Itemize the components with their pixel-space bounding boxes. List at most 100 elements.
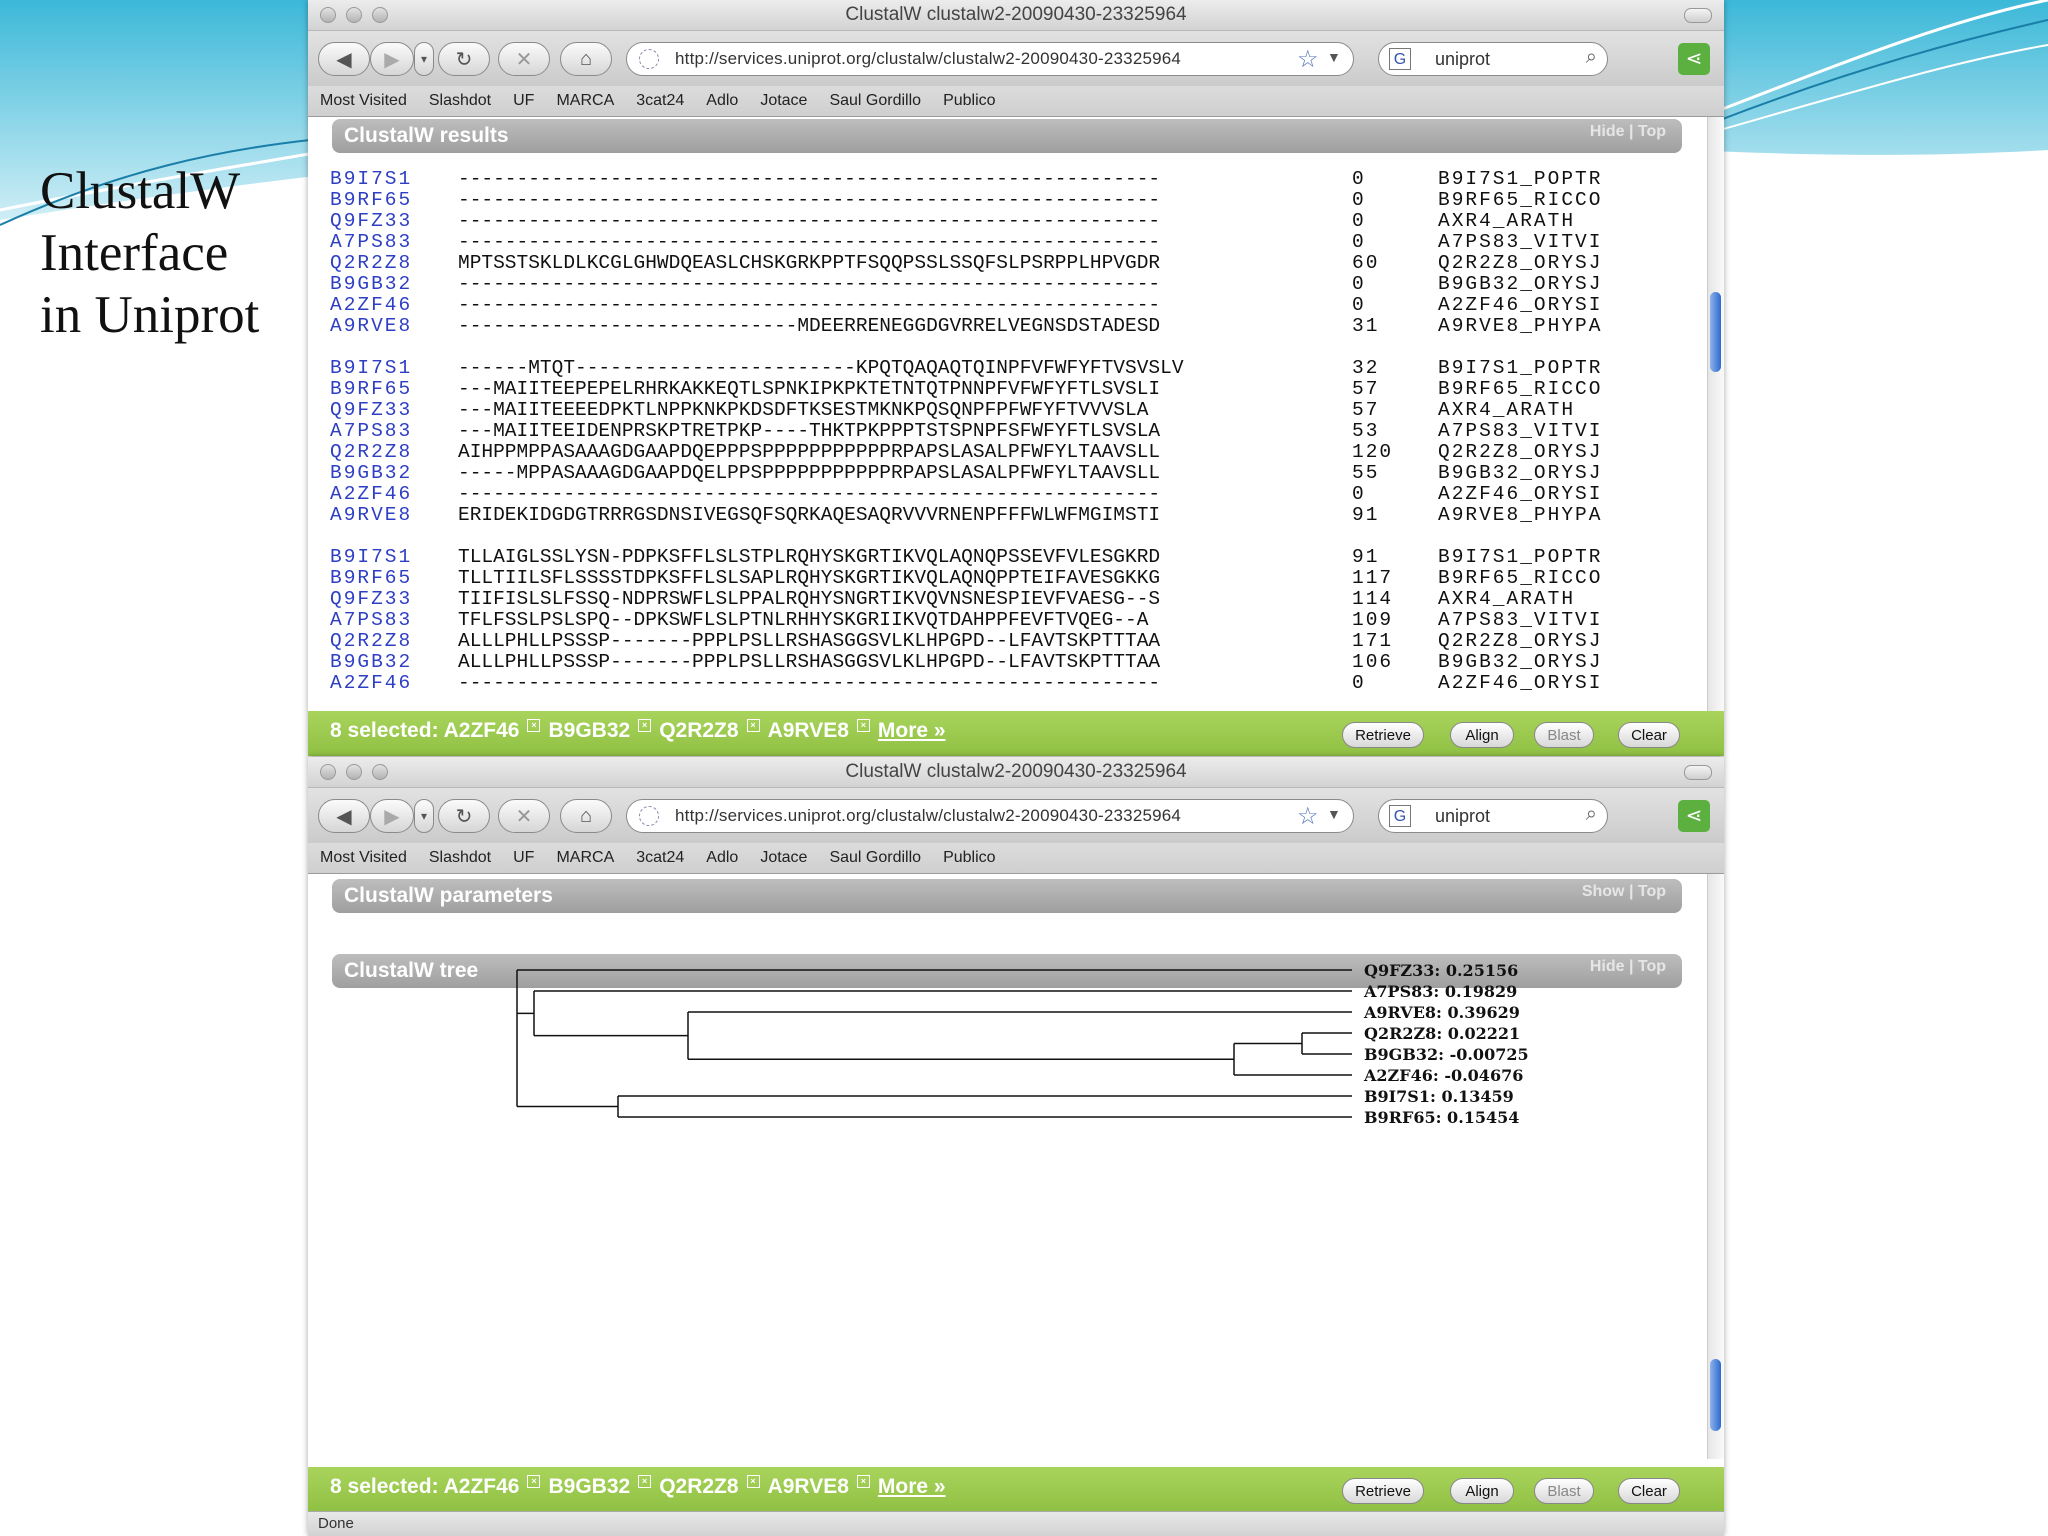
share-button[interactable]: ⋖ bbox=[1678, 800, 1710, 832]
more-selection-link[interactable]: More » bbox=[878, 1475, 946, 1498]
search-icon[interactable]: ⌕ bbox=[1586, 803, 1597, 826]
results-scrollbar[interactable] bbox=[1707, 117, 1724, 711]
sequence-id-link[interactable]: A2ZF46 bbox=[330, 295, 458, 316]
search-icon[interactable]: ⌕ bbox=[1586, 46, 1597, 69]
bookmark-most-visited[interactable]: Most Visited bbox=[320, 92, 407, 110]
sequence-id-link[interactable]: B9I7S1 bbox=[330, 169, 458, 190]
sequence-id-link[interactable]: B9GB32 bbox=[330, 652, 458, 673]
selected-entry[interactable]: Q2R2Z8 bbox=[659, 719, 738, 742]
remove-selection-icon[interactable]: × bbox=[856, 1475, 870, 1488]
search-engine-icon[interactable]: G bbox=[1389, 805, 1411, 827]
sequence-id-link[interactable]: A9RVE8 bbox=[330, 316, 458, 337]
remove-selection-icon[interactable]: × bbox=[746, 719, 760, 732]
blast-button[interactable]: Blast bbox=[1534, 722, 1594, 748]
sequence-id-link[interactable]: Q9FZ33 bbox=[330, 589, 458, 610]
back-button[interactable]: ◀ bbox=[318, 42, 370, 76]
bookmark-slashdot[interactable]: Slashdot bbox=[429, 92, 491, 110]
results-hide-top-links[interactable]: Hide | Top bbox=[1590, 123, 1666, 141]
sequence-id-link[interactable]: A7PS83 bbox=[330, 232, 458, 253]
stop-button[interactable]: ✕ bbox=[498, 42, 550, 76]
sequence-id-link[interactable]: Q9FZ33 bbox=[330, 400, 458, 421]
sequence-id-link[interactable]: B9I7S1 bbox=[330, 358, 458, 379]
bookmark-star-icon[interactable]: ☆ bbox=[1297, 802, 1319, 831]
search-box[interactable]: G uniprot ⌕ bbox=[1378, 42, 1608, 76]
results-scroll-thumb[interactable] bbox=[1710, 292, 1721, 372]
selected-entry[interactable]: A2ZF46 bbox=[444, 719, 520, 742]
url-dropdown-icon[interactable]: ▼ bbox=[1327, 49, 1341, 65]
remove-selection-icon[interactable]: × bbox=[638, 719, 652, 732]
clear-button[interactable]: Clear bbox=[1618, 722, 1680, 748]
search-box[interactable]: G uniprot ⌕ bbox=[1378, 799, 1608, 833]
sequence-id-link[interactable]: B9I7S1 bbox=[330, 547, 458, 568]
sequence-id-link[interactable]: B9RF65 bbox=[330, 379, 458, 400]
tree-scroll-thumb[interactable] bbox=[1710, 1359, 1721, 1431]
sequence-id-link[interactable]: A2ZF46 bbox=[330, 484, 458, 505]
search-input[interactable]: uniprot bbox=[1435, 806, 1490, 827]
bookmark-marca[interactable]: MARCA bbox=[556, 92, 614, 110]
sequence-id-link[interactable]: B9GB32 bbox=[330, 274, 458, 295]
reload-button[interactable]: ↻ bbox=[438, 799, 490, 833]
sequence-id-link[interactable]: Q9FZ33 bbox=[330, 211, 458, 232]
bookmark-jotace[interactable]: Jotace bbox=[760, 849, 807, 867]
bookmark-3cat24[interactable]: 3cat24 bbox=[636, 92, 684, 110]
history-dropdown-button[interactable]: ▾ bbox=[414, 42, 434, 76]
bookmark-most-visited[interactable]: Most Visited bbox=[320, 849, 407, 867]
bookmark-publico[interactable]: Publico bbox=[943, 92, 995, 110]
search-engine-icon[interactable]: G bbox=[1389, 48, 1411, 70]
remove-selection-icon[interactable]: × bbox=[746, 1475, 760, 1488]
address-bar[interactable]: http://services.uniprot.org/clustalw/clu… bbox=[626, 42, 1354, 76]
toolbar-toggle-button[interactable] bbox=[1684, 765, 1712, 780]
selected-entry[interactable]: A9RVE8 bbox=[768, 1475, 849, 1498]
align-button[interactable]: Align bbox=[1450, 1478, 1514, 1504]
remove-selection-icon[interactable]: × bbox=[638, 1475, 652, 1488]
bookmark-3cat24[interactable]: 3cat24 bbox=[636, 849, 684, 867]
sequence-id-link[interactable]: B9RF65 bbox=[330, 190, 458, 211]
toolbar-toggle-button[interactable] bbox=[1684, 8, 1712, 23]
bookmark-slashdot[interactable]: Slashdot bbox=[429, 849, 491, 867]
tree-scrollbar[interactable] bbox=[1707, 874, 1724, 1459]
bookmark-saul-gordillo[interactable]: Saul Gordillo bbox=[829, 849, 921, 867]
clear-button[interactable]: Clear bbox=[1618, 1478, 1680, 1504]
home-button[interactable]: ⌂ bbox=[560, 799, 612, 833]
forward-button[interactable]: ▶ bbox=[370, 799, 414, 833]
home-button[interactable]: ⌂ bbox=[560, 42, 612, 76]
sequence-id-link[interactable]: B9GB32 bbox=[330, 463, 458, 484]
bookmark-adlo[interactable]: Adlo bbox=[706, 92, 738, 110]
selected-entry[interactable]: A9RVE8 bbox=[768, 719, 849, 742]
sequence-id-link[interactable]: A7PS83 bbox=[330, 421, 458, 442]
address-bar[interactable]: http://services.uniprot.org/clustalw/clu… bbox=[626, 799, 1354, 833]
sequence-id-link[interactable]: A7PS83 bbox=[330, 610, 458, 631]
url-dropdown-icon[interactable]: ▼ bbox=[1327, 806, 1341, 822]
history-dropdown-button[interactable]: ▾ bbox=[414, 799, 434, 833]
selected-entry[interactable]: B9GB32 bbox=[548, 1475, 630, 1498]
remove-selection-icon[interactable]: × bbox=[527, 1475, 541, 1488]
retrieve-button[interactable]: Retrieve bbox=[1342, 1478, 1424, 1504]
bookmark-adlo[interactable]: Adlo bbox=[706, 849, 738, 867]
sequence-id-link[interactable]: A9RVE8 bbox=[330, 505, 458, 526]
remove-selection-icon[interactable]: × bbox=[856, 719, 870, 732]
remove-selection-icon[interactable]: × bbox=[527, 719, 541, 732]
bookmark-star-icon[interactable]: ☆ bbox=[1297, 45, 1319, 74]
selected-entry[interactable]: Q2R2Z8 bbox=[659, 1475, 738, 1498]
selected-entry[interactable]: B9GB32 bbox=[548, 719, 630, 742]
stop-button[interactable]: ✕ bbox=[498, 799, 550, 833]
sequence-id-link[interactable]: Q2R2Z8 bbox=[330, 253, 458, 274]
more-selection-link[interactable]: More » bbox=[878, 719, 946, 742]
selected-entry[interactable]: A2ZF46 bbox=[444, 1475, 520, 1498]
forward-button[interactable]: ▶ bbox=[370, 42, 414, 76]
share-button[interactable]: ⋖ bbox=[1678, 43, 1710, 75]
back-button[interactable]: ◀ bbox=[318, 799, 370, 833]
blast-button[interactable]: Blast bbox=[1534, 1478, 1594, 1504]
search-input[interactable]: uniprot bbox=[1435, 49, 1490, 70]
retrieve-button[interactable]: Retrieve bbox=[1342, 722, 1424, 748]
sequence-id-link[interactable]: B9RF65 bbox=[330, 568, 458, 589]
sequence-id-link[interactable]: Q2R2Z8 bbox=[330, 631, 458, 652]
bookmark-uf[interactable]: UF bbox=[513, 92, 534, 110]
bookmark-marca[interactable]: MARCA bbox=[556, 849, 614, 867]
sequence-id-link[interactable]: Q2R2Z8 bbox=[330, 442, 458, 463]
bookmark-jotace[interactable]: Jotace bbox=[760, 92, 807, 110]
sequence-id-link[interactable]: A2ZF46 bbox=[330, 673, 458, 694]
bookmark-saul-gordillo[interactable]: Saul Gordillo bbox=[829, 92, 921, 110]
bookmark-publico[interactable]: Publico bbox=[943, 849, 995, 867]
bookmark-uf[interactable]: UF bbox=[513, 849, 534, 867]
